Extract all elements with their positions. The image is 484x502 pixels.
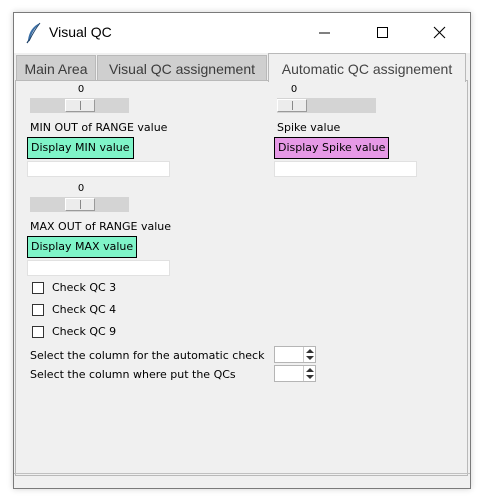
spin-up-icon[interactable]	[306, 368, 314, 372]
min-range-slider[interactable]	[30, 98, 129, 113]
notebook-tabs: Main Area Visual QC assignement Automati…	[14, 53, 470, 82]
checkbox[interactable]	[32, 304, 44, 316]
close-icon	[433, 26, 446, 39]
qc-column-label: Select the column where put the QCs	[30, 368, 236, 381]
checkbox[interactable]	[32, 326, 44, 338]
window-title: Visual QC	[49, 24, 112, 40]
automatic-qc-panel: 0 MIN OUT of RANGE value Display MIN val…	[15, 80, 468, 476]
checkbox-label: Check QC 9	[52, 325, 117, 338]
min-scale-value: 0	[77, 84, 85, 95]
max-range-slider[interactable]	[30, 197, 129, 212]
spike-label: Spike value	[277, 121, 341, 134]
window-bottom-divider	[14, 473, 470, 474]
maximize-button[interactable]	[360, 13, 406, 53]
spinbox-arrows[interactable]	[303, 366, 315, 381]
qc-column-spinbox[interactable]	[274, 365, 316, 382]
spike-value-field[interactable]	[274, 161, 417, 177]
app-window: Visual QC Main Area Visual QC assignemen…	[13, 12, 471, 489]
tab-visual-qc[interactable]: Visual QC assignement	[97, 55, 267, 81]
display-spike-button[interactable]: Display Spike value	[274, 137, 390, 159]
max-slider-handle[interactable]	[65, 198, 95, 211]
min-value-field[interactable]	[27, 161, 170, 177]
close-button[interactable]	[417, 13, 463, 53]
tab-main-area[interactable]: Main Area	[16, 55, 96, 81]
spin-down-icon[interactable]	[306, 356, 314, 360]
min-range-label: MIN OUT of RANGE value	[30, 121, 168, 134]
tab-automatic-qc[interactable]: Automatic QC assignement	[268, 53, 466, 82]
spike-scale-value: 0	[290, 84, 298, 95]
minimize-icon	[319, 32, 330, 34]
checkbox[interactable]	[32, 282, 44, 294]
display-min-button[interactable]: Display MIN value	[27, 137, 134, 159]
checkbox-label: Check QC 3	[52, 281, 117, 294]
auto-check-column-label: Select the column for the automatic chec…	[30, 349, 265, 362]
display-max-button[interactable]: Display MAX value	[27, 236, 138, 258]
max-range-label: MAX OUT of RANGE value	[30, 220, 172, 233]
spin-up-icon[interactable]	[306, 349, 314, 353]
spike-slider[interactable]	[277, 98, 376, 113]
max-value-field[interactable]	[27, 260, 170, 276]
min-slider-handle[interactable]	[65, 99, 95, 112]
checkbox-label: Check QC 4	[52, 303, 117, 316]
minimize-button[interactable]	[302, 13, 348, 53]
max-scale-value: 0	[77, 183, 85, 194]
spike-slider-handle[interactable]	[277, 99, 307, 112]
spinbox-arrows[interactable]	[303, 347, 315, 362]
auto-check-column-spinbox[interactable]	[274, 346, 316, 363]
feather-icon	[26, 22, 41, 44]
maximize-icon	[377, 27, 388, 38]
title-bar[interactable]: Visual QC	[14, 13, 470, 53]
spin-down-icon[interactable]	[306, 375, 314, 379]
